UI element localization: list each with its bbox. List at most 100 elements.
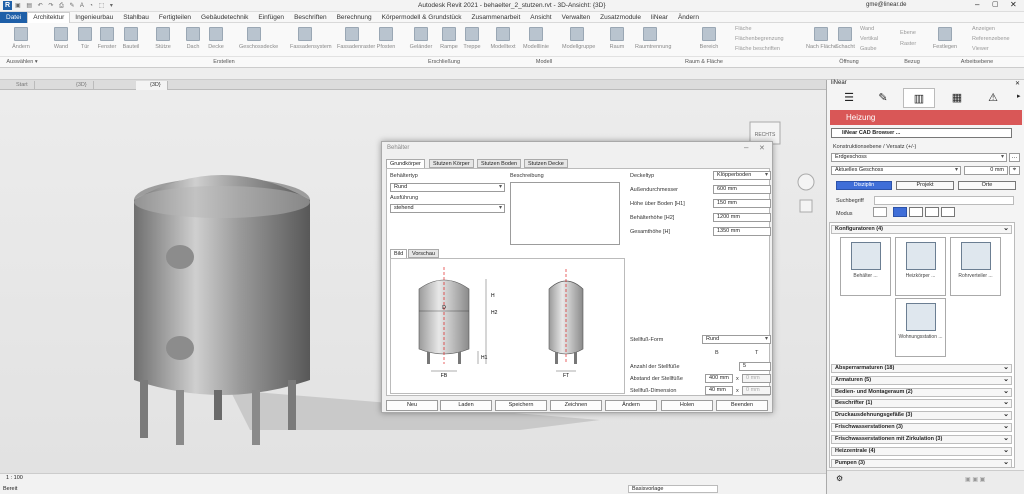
bauteil-button[interactable]: Bauteil <box>116 25 146 50</box>
ebene-select[interactable]: Erdgeschoss <box>831 153 1007 162</box>
viewer-button[interactable]: Viewer <box>972 46 989 52</box>
tab-grundkoerper[interactable]: Grundkörper <box>386 159 425 168</box>
tab-stutzen-boden[interactable]: Stutzen Boden <box>477 159 522 168</box>
tab-verwalten[interactable]: Verwalten <box>557 14 596 21</box>
raumtrennung-button[interactable]: Raumtrennung <box>635 25 671 50</box>
card-heizkoerper[interactable]: Heizkörper ... <box>895 237 946 296</box>
category-pumpen[interactable]: Pumpen (3) <box>831 459 1012 468</box>
view-tab-3d-active[interactable]: {3D} <box>136 81 168 90</box>
wand-opening-button[interactable]: Wand <box>860 26 874 32</box>
mode-button-1[interactable] <box>893 207 907 217</box>
orte-button[interactable]: Orte <box>958 181 1016 190</box>
tab-zusammenarbeit[interactable]: Zusammenarbeit <box>467 14 526 21</box>
speichern-button[interactable]: Speichern <box>495 400 547 411</box>
tab-berechnung[interactable]: Berechnung <box>332 14 377 21</box>
flaeche-button[interactable]: Fläche <box>735 26 752 32</box>
tab-aendern[interactable]: Ändern <box>673 14 704 21</box>
gesamthoehe-input[interactable]: 1350 mm <box>713 227 771 236</box>
schacht-button[interactable]: Schacht <box>830 25 860 50</box>
stuetze-button[interactable]: Stütze <box>148 25 178 50</box>
quick-access-toolbar[interactable]: ▣ ▤ ↶ ↷ ⎙ ✎ A ◔ ⬚ ▾ <box>15 2 255 9</box>
offset-stepper[interactable]: ⌖ <box>1009 166 1020 175</box>
fassadenraster-button[interactable]: Fassadenraster <box>337 25 375 50</box>
maximize-icon[interactable]: ▢ <box>992 0 999 8</box>
tab-stutzen-koerper[interactable]: Stutzen Körper <box>429 159 474 168</box>
category-konfiguratoren[interactable]: Konfiguratoren (4) <box>831 225 1012 234</box>
tab-architektur[interactable]: Architektur <box>27 11 71 23</box>
mode-button-2[interactable] <box>909 207 923 217</box>
panel-scroll-right-icon[interactable]: ▸ <box>1017 92 1021 100</box>
workset-select[interactable]: Basisvorlage <box>628 485 718 493</box>
geschoss-select[interactable]: Aktuelles Geschoss <box>831 166 961 175</box>
deckeltyp-select[interactable]: Klöpperboden <box>713 171 771 180</box>
festlegen-button[interactable]: Festlegen <box>930 25 960 50</box>
category-druckausdehnungsgefaesse[interactable]: Druckausdehnungsgefäße (3) <box>831 411 1012 420</box>
category-absperrarmaturen[interactable]: Absperrarmaturen (18) <box>831 364 1012 373</box>
image-tab-vorschau[interactable]: Vorschau <box>408 249 439 258</box>
modelltext-button[interactable]: Modelltext <box>488 25 518 50</box>
flaechenbegrenzung-button[interactable]: Flächenbegrenzung <box>735 36 784 42</box>
view-tab-3d-1[interactable]: {3D} <box>62 81 94 90</box>
bereich-button[interactable]: Bereich <box>694 25 724 50</box>
view-scale[interactable]: 1 : 100 <box>6 475 23 481</box>
beenden-button[interactable]: Beenden <box>716 400 768 411</box>
laden-button[interactable]: Laden <box>440 400 492 411</box>
tab-ingenieurbau[interactable]: Ingenieurbau <box>70 14 118 21</box>
tab-ansicht[interactable]: Ansicht <box>525 14 556 21</box>
tab-gebaeudetechnik[interactable]: Gebäudetechnik <box>196 14 253 21</box>
disziplin-button[interactable]: Disziplin <box>836 181 892 190</box>
gelaender-button[interactable]: Geländer <box>406 25 436 50</box>
ebene-button[interactable]: Ebene <box>900 30 916 36</box>
aussendurchmesser-input[interactable]: 600 mm <box>713 185 771 194</box>
pencil-icon[interactable]: ✎ <box>867 88 899 108</box>
tab-koerpermodell[interactable]: Körpermodell & Grundstück <box>377 14 467 21</box>
eraser-icon[interactable] <box>873 207 887 217</box>
revit-logo-icon[interactable]: R <box>3 1 12 10</box>
close-icon[interactable]: ✕ <box>1010 0 1017 9</box>
mode-button-3[interactable] <box>925 207 939 217</box>
category-beschrifter[interactable]: Beschrifter (1) <box>831 399 1012 408</box>
category-heizzentrale[interactable]: Heizzentrale (4) <box>831 447 1012 456</box>
tab-stutzen-decke[interactable]: Stutzen Decke <box>524 159 568 168</box>
tab-stahlbau[interactable]: Stahlbau <box>118 14 154 21</box>
raum-button[interactable]: Raum <box>602 25 632 50</box>
fassadensystem-button[interactable]: Fassadensystem <box>290 25 332 50</box>
modelllinie-button[interactable]: Modelllinie <box>521 25 551 50</box>
panel-close-icon[interactable]: ✕ <box>1015 80 1020 87</box>
grid-icon[interactable]: ▦ <box>941 88 973 108</box>
dialog-close-icon[interactable]: ✕ <box>759 144 765 152</box>
tab-datei[interactable]: Datei <box>0 11 28 23</box>
group-auswaehlen[interactable]: Auswählen ▾ <box>0 56 44 66</box>
mode-button-4[interactable] <box>941 207 955 217</box>
hoehe-ueber-boden-input[interactable]: 150 mm <box>713 199 771 208</box>
offset-input[interactable]: 0 mm <box>964 166 1008 175</box>
anzeigen-button[interactable]: Anzeigen <box>972 26 995 32</box>
behaeltertyp-select[interactable]: Rund <box>390 183 505 192</box>
anzahl-input[interactable]: 5 <box>739 362 771 371</box>
holen-button[interactable]: Holen <box>661 400 713 411</box>
image-tab-bild[interactable]: Bild <box>390 249 408 258</box>
ebene-more-button[interactable]: … <box>1009 153 1020 162</box>
pfosten-button[interactable]: Pfosten <box>371 25 401 50</box>
cad-browser-button[interactable]: liNear CAD Browser ... <box>831 128 1012 138</box>
dialog-minimize-icon[interactable]: – <box>744 143 748 152</box>
raster-button[interactable]: Raster <box>900 41 916 47</box>
tab-beschriften[interactable]: Beschriften <box>289 14 332 21</box>
abstand-b-input[interactable]: 400 mm <box>705 374 733 383</box>
behaelterhoehe-input[interactable]: 1200 mm <box>713 213 771 222</box>
viewcube-label[interactable]: RECHTS <box>755 132 776 138</box>
card-behaelter[interactable]: Behälter ... <box>840 237 891 296</box>
sliders-icon[interactable]: ☰ <box>833 88 865 108</box>
dimension-t-input[interactable]: 0 mm <box>742 386 771 395</box>
library-icon[interactable]: ▥ <box>903 88 935 108</box>
search-input[interactable] <box>874 196 1014 205</box>
referenzebene-button[interactable]: Referenzebene <box>972 36 1010 42</box>
decke-button[interactable]: Decke <box>201 25 231 50</box>
projekt-button[interactable]: Projekt <box>896 181 954 190</box>
minimize-icon[interactable]: – <box>975 0 979 9</box>
abstand-t-input[interactable]: 0 mm <box>742 374 771 383</box>
tab-einfuegen[interactable]: Einfügen <box>253 14 289 21</box>
stellfuss-form-select[interactable]: Rund <box>702 335 771 344</box>
modellgruppe-button[interactable]: Modellgruppe <box>562 25 595 50</box>
tab-linear[interactable]: liNear <box>646 14 673 21</box>
